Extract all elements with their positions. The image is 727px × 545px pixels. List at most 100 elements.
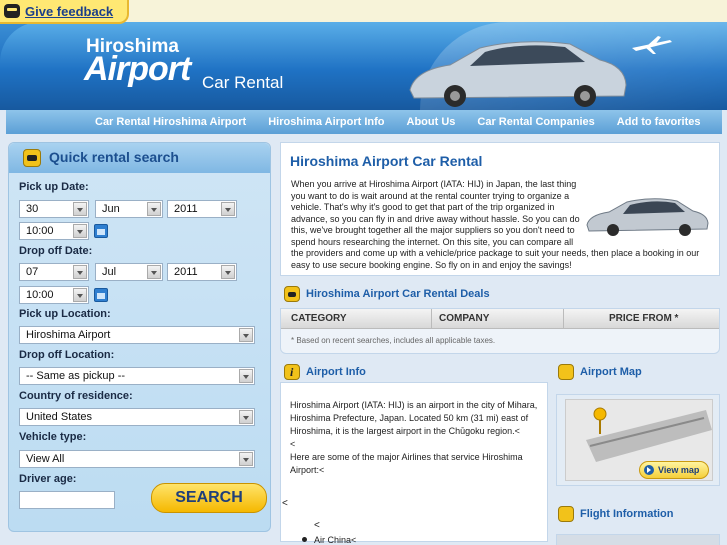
airplane-icon <box>632 36 672 54</box>
deals-title: Hiroshima Airport Car Rental Deals <box>306 288 490 300</box>
chevron-down-icon <box>221 202 235 216</box>
airport-map-title: Airport Map <box>580 366 642 378</box>
pickup-month-select[interactable]: Jun <box>95 200 163 218</box>
flight-info-panel <box>556 534 720 545</box>
search-title: Quick rental search <box>49 149 179 165</box>
view-map-label: View map <box>658 465 700 475</box>
speech-bubble-icon <box>4 4 20 18</box>
stray-text: < <box>314 520 320 531</box>
column-category: CATEGORY <box>291 313 347 324</box>
pickup-day-value: 30 <box>26 203 39 215</box>
nav-about-us[interactable]: About Us <box>396 116 467 128</box>
airplane-icon <box>558 506 574 522</box>
column-divider <box>563 309 564 329</box>
nav-add-favorites[interactable]: Add to favorites <box>606 116 712 128</box>
chevron-down-icon <box>239 328 253 342</box>
deals-table: CATEGORY COMPANY PRICE FROM * * Based on… <box>280 308 720 354</box>
list-item: Air China< <box>302 535 356 545</box>
pickup-day-select[interactable]: 30 <box>19 200 89 218</box>
dropoff-date-label: Drop off Date: <box>19 245 93 257</box>
flight-info-title: Flight Information <box>580 508 674 520</box>
airline-name: Air China< <box>314 535 357 545</box>
car-icon <box>284 286 300 302</box>
airport-info-text: Hiroshima Airport (IATA: HIJ) is an airp… <box>290 399 540 477</box>
intro-panel: Hiroshima Airport Car Rental When you ar… <box>280 142 720 276</box>
car-icon <box>23 149 41 167</box>
chevron-down-icon <box>239 452 253 466</box>
vehicle-type-label: Vehicle type: <box>19 431 87 443</box>
pickup-location-value: Hiroshima Airport <box>26 329 111 341</box>
chevron-down-icon <box>73 224 87 238</box>
brand-rental: Car Rental <box>202 73 284 92</box>
vehicle-type-value: View All <box>26 453 65 465</box>
calendar-icon[interactable] <box>94 288 108 302</box>
dropoff-day-select[interactable]: 07 <box>19 263 89 281</box>
pickup-time-select[interactable]: 10:00 <box>19 222 89 240</box>
nav-rental-companies[interactable]: Car Rental Companies <box>466 116 605 128</box>
dropoff-location-label: Drop off Location: <box>19 349 115 361</box>
car-image <box>409 41 627 107</box>
airport-info-panel: Hiroshima Airport (IATA: HIJ) is an airp… <box>280 382 548 542</box>
airport-map-panel: View map <box>556 394 720 486</box>
pickup-location-select[interactable]: Hiroshima Airport <box>19 326 255 344</box>
arrow-right-icon <box>644 465 654 475</box>
pickup-month-value: Jun <box>102 203 120 215</box>
chevron-down-icon <box>147 202 161 216</box>
give-feedback-button[interactable]: Give feedback <box>0 0 130 24</box>
chevron-down-icon <box>73 265 87 279</box>
driver-age-input[interactable] <box>19 491 115 509</box>
nav-airport-info[interactable]: Hiroshima Airport Info <box>257 116 395 128</box>
airport-info-airlines-intro: Here are some of the major Airlines that… <box>290 452 523 475</box>
dropoff-day-value: 07 <box>26 266 39 278</box>
search-header: Quick rental search <box>9 143 270 173</box>
map-pin-icon <box>558 364 574 380</box>
chevron-down-icon <box>73 288 87 302</box>
chevron-down-icon <box>239 410 253 424</box>
airport-info-fragment: < <box>290 439 296 449</box>
chevron-down-icon <box>239 369 253 383</box>
view-map-button[interactable]: View map <box>639 461 709 479</box>
chevron-down-icon <box>73 202 87 216</box>
dropoff-location-value: -- Same as pickup -- <box>26 370 126 382</box>
vehicle-type-select[interactable]: View All <box>19 450 255 468</box>
column-price: PRICE FROM * <box>609 313 679 324</box>
dropoff-time-value: 10:00 <box>26 289 54 301</box>
driver-age-label: Driver age: <box>19 473 77 485</box>
info-icon <box>284 364 300 380</box>
residence-value: United States <box>26 411 93 423</box>
chevron-down-icon <box>221 265 235 279</box>
deals-note: * Based on recent searches, includes all… <box>291 336 496 345</box>
page-title: Hiroshima Airport Car Rental <box>290 153 483 169</box>
dropoff-year-value: 2011 <box>174 266 198 278</box>
dropoff-month-select[interactable]: Jul <box>95 263 163 281</box>
quick-search-panel: Quick rental search Pick up Date: 30 Jun… <box>8 142 271 532</box>
search-button[interactable]: SEARCH <box>151 483 267 513</box>
main-nav: Car Rental Hiroshima Airport Hiroshima A… <box>6 110 722 134</box>
dropoff-month-value: Jul <box>102 266 117 278</box>
dropoff-time-select[interactable]: 10:00 <box>19 286 89 304</box>
calendar-icon[interactable] <box>94 224 108 238</box>
pickup-year-value: 2011 <box>174 203 198 215</box>
feedback-label: Give feedback <box>25 3 114 19</box>
dropoff-year-select[interactable]: 2011 <box>167 263 237 281</box>
airport-info-title: Airport Info <box>306 366 366 378</box>
pickup-date-label: Pick up Date: <box>19 181 89 193</box>
main-content: Hiroshima Airport Car Rental When you ar… <box>280 142 720 545</box>
bullet <box>302 537 307 542</box>
column-divider <box>431 309 432 329</box>
site-header: Give feedback Hiroshima Airport Car Rent… <box>0 0 727 110</box>
nav-car-rental[interactable]: Car Rental Hiroshima Airport <box>84 116 257 128</box>
brand-airport: Airport <box>84 50 191 88</box>
pickup-year-select[interactable]: 2011 <box>167 200 237 218</box>
pickup-location-label: Pick up Location: <box>19 308 111 320</box>
car-image <box>586 198 709 236</box>
deals-section: Hiroshima Airport Car Rental Deals CATEG… <box>280 284 720 354</box>
pickup-time-value: 10:00 <box>26 225 54 237</box>
residence-select[interactable]: United States <box>19 408 255 426</box>
dropoff-location-select[interactable]: -- Same as pickup -- <box>19 367 255 385</box>
airport-info-paragraph: Hiroshima Airport (IATA: HIJ) is an airp… <box>290 400 538 436</box>
residence-label: Country of residence: <box>19 390 133 402</box>
column-company: COMPANY <box>439 313 490 324</box>
deals-table-header: CATEGORY COMPANY PRICE FROM * <box>281 309 719 329</box>
chevron-down-icon <box>147 265 161 279</box>
